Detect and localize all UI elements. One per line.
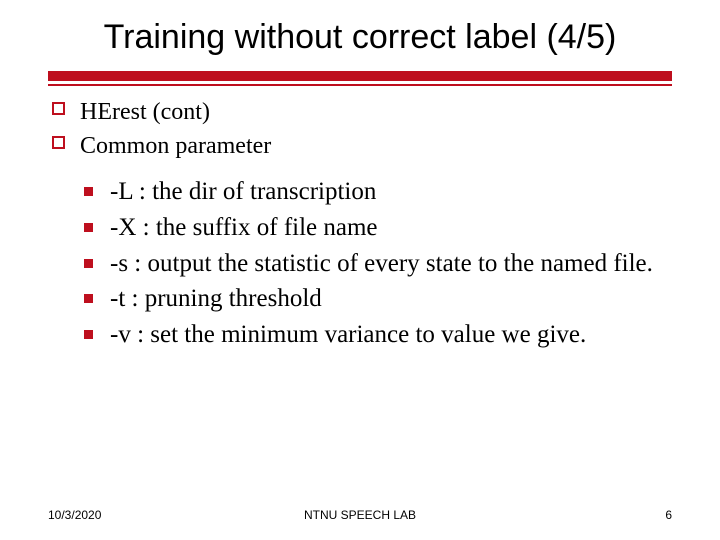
square-outline-icon [52,136,65,149]
list-item-text: -L : the dir of transcription [110,178,376,205]
square-solid-icon [84,223,93,232]
list-item: -L : the dir of transcription [84,175,672,209]
list-item: -X : the suffix of file name [84,211,672,245]
bullet-list-level1: HErest (cont) Common parameter [48,97,672,161]
title-rule [48,71,672,81]
list-item: Common parameter [52,131,672,161]
square-solid-icon [84,259,93,268]
list-item-text: -X : the suffix of file name [110,214,378,241]
slide-body: HErest (cont) Common parameter -L : the … [48,97,672,352]
footer-center: NTNU SPEECH LAB [0,508,720,522]
list-item-text: -s : output the statistic of every state… [110,250,653,277]
bullet-list-level2: -L : the dir of transcription -X : the s… [48,175,672,352]
square-solid-icon [84,330,93,339]
list-item-text: HErest (cont) [80,99,210,125]
list-item-text: Common parameter [80,133,271,159]
list-item: HErest (cont) [52,97,672,127]
slide: Training without correct label (4/5) HEr… [0,0,720,540]
page-title: Training without correct label (4/5) [48,18,672,57]
list-item: -v : set the minimum variance to value w… [84,318,672,352]
square-solid-icon [84,187,93,196]
list-item-text: -t : pruning threshold [110,285,322,312]
list-item-text: -v : set the minimum variance to value w… [110,321,586,348]
square-outline-icon [52,102,65,115]
list-item: -t : pruning threshold [84,282,672,316]
slide-footer: 10/3/2020 NTNU SPEECH LAB 6 [0,508,720,522]
footer-page: 6 [665,508,672,522]
list-item: -s : output the statistic of every state… [84,247,672,281]
footer-date: 10/3/2020 [48,508,101,522]
square-solid-icon [84,294,93,303]
